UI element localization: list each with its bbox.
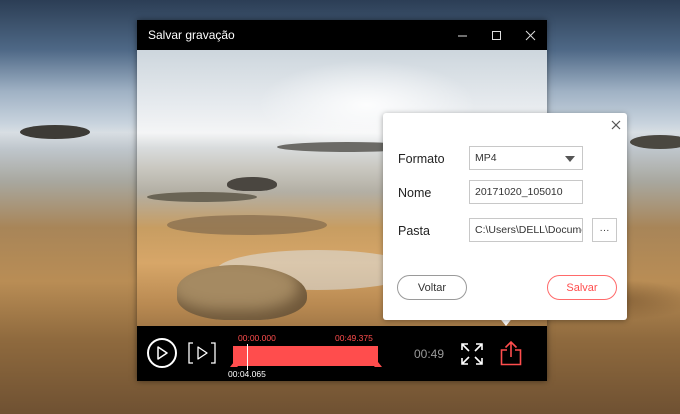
format-select[interactable]: MP4 xyxy=(469,146,583,170)
back-button[interactable]: Voltar xyxy=(397,275,467,300)
trim-start-handle[interactable] xyxy=(230,362,238,367)
next-frame-icon xyxy=(188,342,216,364)
save-button-label: Salvar xyxy=(566,281,598,294)
duration-display: 00:49 xyxy=(414,347,445,361)
chevron-down-icon xyxy=(565,156,575,162)
minimize-icon[interactable] xyxy=(445,20,479,50)
back-button-label: Voltar xyxy=(417,281,447,294)
video-rock xyxy=(147,192,257,202)
folder-label: Pasta xyxy=(398,224,430,238)
folder-field[interactable]: C:\Users\DELL\Docume xyxy=(469,218,583,242)
save-button[interactable]: Salvar xyxy=(547,275,617,300)
ellipsis-icon: ··· xyxy=(599,224,610,236)
background-rock xyxy=(630,135,680,149)
trim-end-handle[interactable] xyxy=(374,362,382,367)
folder-field-value: C:\Users\DELL\Docume xyxy=(475,224,583,236)
export-button[interactable] xyxy=(500,340,522,366)
trim-start-time: 00:00.000 xyxy=(238,333,276,343)
export-icon xyxy=(500,340,522,366)
playhead-time: 00:04.065 xyxy=(228,369,266,379)
playhead[interactable] xyxy=(247,344,248,370)
name-field[interactable]: 20171020_105010 xyxy=(469,180,583,204)
video-rock xyxy=(167,215,327,235)
format-label: Formato xyxy=(398,152,445,166)
close-icon[interactable] xyxy=(513,20,547,50)
browse-button[interactable]: ··· xyxy=(592,218,617,242)
play-icon xyxy=(157,346,168,360)
trim-timeline[interactable] xyxy=(233,346,378,366)
name-label: Nome xyxy=(398,186,432,200)
window-title: Salvar gravação xyxy=(148,28,235,42)
format-select-value: MP4 xyxy=(475,152,497,164)
fullscreen-button[interactable] xyxy=(461,343,483,365)
fullscreen-icon xyxy=(461,343,483,365)
play-button[interactable] xyxy=(147,338,177,368)
video-rock xyxy=(227,177,277,191)
title-bar[interactable]: Salvar gravação xyxy=(137,20,547,50)
background-rock xyxy=(20,125,90,139)
player-controls: 00:00.000 00:49.375 00:04.065 00:49 xyxy=(137,326,547,381)
name-field-value: 20171020_105010 xyxy=(475,186,563,198)
next-frame-button[interactable] xyxy=(188,341,216,365)
close-icon[interactable] xyxy=(610,119,622,131)
maximize-icon[interactable] xyxy=(479,20,513,50)
save-dialog: Formato MP4 Nome 20171020_105010 Pasta C… xyxy=(383,113,627,320)
trim-end-time: 00:49.375 xyxy=(335,333,373,343)
